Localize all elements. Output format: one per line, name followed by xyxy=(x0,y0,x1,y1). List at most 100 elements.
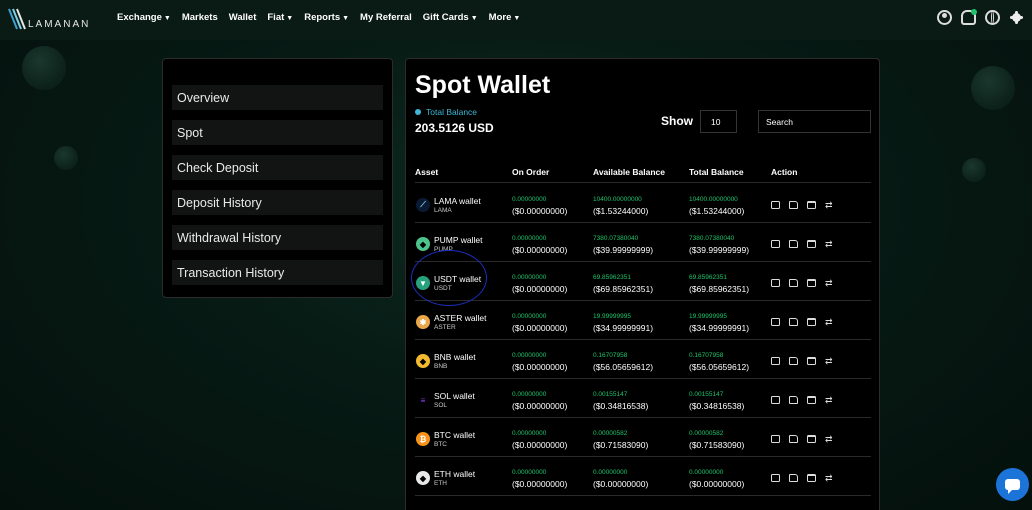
total-amount: 69.85962351 xyxy=(689,274,727,281)
on-order-usd: ($0.00000000) xyxy=(512,362,568,372)
asset-name: SOL wallet xyxy=(434,391,475,401)
on-order-amount: 0.00000000 xyxy=(512,430,547,437)
transfer-icon[interactable] xyxy=(807,435,816,443)
on-order-usd: ($0.00000000) xyxy=(512,479,568,489)
sidebar-item-check-deposit[interactable]: Check Deposit xyxy=(172,155,383,180)
sidebar-item-transaction-history[interactable]: Transaction History xyxy=(172,260,383,285)
nav-link-label: Exchange xyxy=(117,12,162,23)
total-usd: ($0.34816538) xyxy=(689,401,745,411)
page-size-input[interactable] xyxy=(700,110,737,133)
total-amount: 19.99999995 xyxy=(689,313,727,320)
asset-name: ASTER wallet xyxy=(434,313,487,323)
on-order-amount: 0.00000000 xyxy=(512,196,547,203)
total-balance-value: 203.5126 USD xyxy=(415,121,494,135)
on-order-usd: ($0.00000000) xyxy=(512,245,568,255)
sidebar-item-withdrawal-history[interactable]: Withdrawal History xyxy=(172,225,383,250)
bell-icon[interactable] xyxy=(961,9,977,25)
withdraw-wallet-icon[interactable] xyxy=(789,396,798,404)
nav-link-wallet[interactable]: Wallet xyxy=(229,12,257,23)
deposit-icon[interactable] xyxy=(771,201,780,209)
sidebar-item-deposit-history[interactable]: Deposit History xyxy=(172,190,383,215)
aster-coin-icon: ✱ xyxy=(416,315,430,329)
nav-link-gift-cards[interactable]: Gift Cards ▼ xyxy=(423,12,478,23)
decorative-bubble xyxy=(22,46,66,90)
sun-icon[interactable] xyxy=(1009,10,1024,25)
transfer-icon[interactable] xyxy=(807,201,816,209)
nav-link-label: Gift Cards xyxy=(422,12,469,23)
on-order-amount: 0.00000000 xyxy=(512,313,547,320)
withdraw-wallet-icon[interactable] xyxy=(789,240,798,248)
chevron-down-icon: ▼ xyxy=(342,15,350,22)
deposit-icon[interactable] xyxy=(771,474,780,482)
total-usd: ($39.99999999) xyxy=(689,245,750,255)
withdraw-wallet-icon[interactable] xyxy=(789,474,798,482)
deposit-icon[interactable] xyxy=(771,435,780,443)
brand-logo[interactable]: LAMANAN xyxy=(8,8,90,30)
column-header-total-balance: Total Balance xyxy=(689,167,744,177)
nav-links: Exchange ▼ Markets Wallet Fiat ▼ Reports ▼ My Re… xyxy=(117,12,520,23)
asset-name: ETH wallet xyxy=(434,469,476,479)
transfer-icon[interactable] xyxy=(807,240,816,248)
nav-link-markets[interactable]: Markets xyxy=(182,12,218,23)
nav-link-exchange[interactable]: Exchange ▼ xyxy=(117,12,171,23)
row-actions: ⇄ xyxy=(771,201,834,210)
asset-symbol: BTC xyxy=(434,441,447,448)
transfer-icon[interactable] xyxy=(807,318,816,326)
deposit-icon[interactable] xyxy=(771,279,780,287)
wallet-sidebar: Overview Spot Check Deposit Deposit History… xyxy=(162,58,393,298)
withdraw-wallet-icon[interactable] xyxy=(789,357,798,365)
transfer-icon[interactable] xyxy=(807,279,816,287)
sidebar-item-spot[interactable]: Spot xyxy=(172,120,383,145)
swap-icon[interactable]: ⇄ xyxy=(825,474,834,483)
swap-icon[interactable]: ⇄ xyxy=(825,357,834,366)
transfer-icon[interactable] xyxy=(807,396,816,404)
nav-link-my-referral[interactable]: My Referral xyxy=(360,12,412,23)
withdraw-wallet-icon[interactable] xyxy=(789,318,798,326)
available-usd: ($39.99999999) xyxy=(593,245,654,255)
table-row: ◆ ETH wallet ETH 0.00000000 ($0.00000000… xyxy=(415,457,871,496)
table-row: ◆ BNB wallet BNB 0.00000000 ($0.00000000… xyxy=(415,340,871,379)
nav-link-more[interactable]: More ▼ xyxy=(489,12,521,23)
available-amount: 0.16707958 xyxy=(593,352,628,359)
sidebar-item-overview[interactable]: Overview xyxy=(172,85,383,110)
wallet-table-body: ⟋ LAMA wallet LAMA 0.00000000 ($0.000000… xyxy=(415,184,871,496)
withdraw-wallet-icon[interactable] xyxy=(789,279,798,287)
chevron-down-icon: ▼ xyxy=(513,15,521,22)
withdraw-wallet-icon[interactable] xyxy=(789,201,798,209)
swap-icon[interactable]: ⇄ xyxy=(825,279,834,288)
available-amount: 10400.00000000 xyxy=(593,196,642,203)
nav-link-fiat[interactable]: Fiat ▼ xyxy=(267,12,293,23)
transfer-icon[interactable] xyxy=(807,474,816,482)
search-input[interactable] xyxy=(758,110,871,133)
table-row: ≡ SOL wallet SOL 0.00000000 ($0.00000000… xyxy=(415,379,871,418)
asset-name: LAMA wallet xyxy=(434,196,481,206)
swap-icon[interactable]: ⇄ xyxy=(825,396,834,405)
swap-icon[interactable]: ⇄ xyxy=(825,435,834,444)
row-actions: ⇄ xyxy=(771,357,834,366)
deposit-icon[interactable] xyxy=(771,240,780,248)
swap-icon[interactable]: ⇄ xyxy=(825,318,834,327)
available-amount: 19.99999995 xyxy=(593,313,631,320)
chevron-down-icon: ▼ xyxy=(286,15,294,22)
chevron-down-icon: ▼ xyxy=(163,15,171,22)
available-usd: ($1.53244000) xyxy=(593,206,649,216)
nav-link-reports[interactable]: Reports ▼ xyxy=(304,12,349,23)
chat-button[interactable] xyxy=(996,468,1029,501)
withdraw-wallet-icon[interactable] xyxy=(789,435,798,443)
deposit-icon[interactable] xyxy=(771,318,780,326)
deposit-icon[interactable] xyxy=(771,396,780,404)
available-amount: 0.00000582 xyxy=(593,430,628,437)
on-order-usd: ($0.00000000) xyxy=(512,401,568,411)
swap-icon[interactable]: ⇄ xyxy=(825,240,834,249)
total-amount: 0.00000000 xyxy=(689,469,724,476)
row-actions: ⇄ xyxy=(771,318,834,327)
user-icon[interactable] xyxy=(937,10,952,25)
deposit-icon[interactable] xyxy=(771,357,780,365)
row-actions: ⇄ xyxy=(771,435,834,444)
globe-icon[interactable] xyxy=(985,10,1000,25)
nav-link-label: Wallet xyxy=(228,12,257,23)
swap-icon[interactable]: ⇄ xyxy=(825,201,834,210)
transfer-icon[interactable] xyxy=(807,357,816,365)
total-balance-dot-icon xyxy=(415,109,421,115)
show-label: Show xyxy=(661,114,693,128)
